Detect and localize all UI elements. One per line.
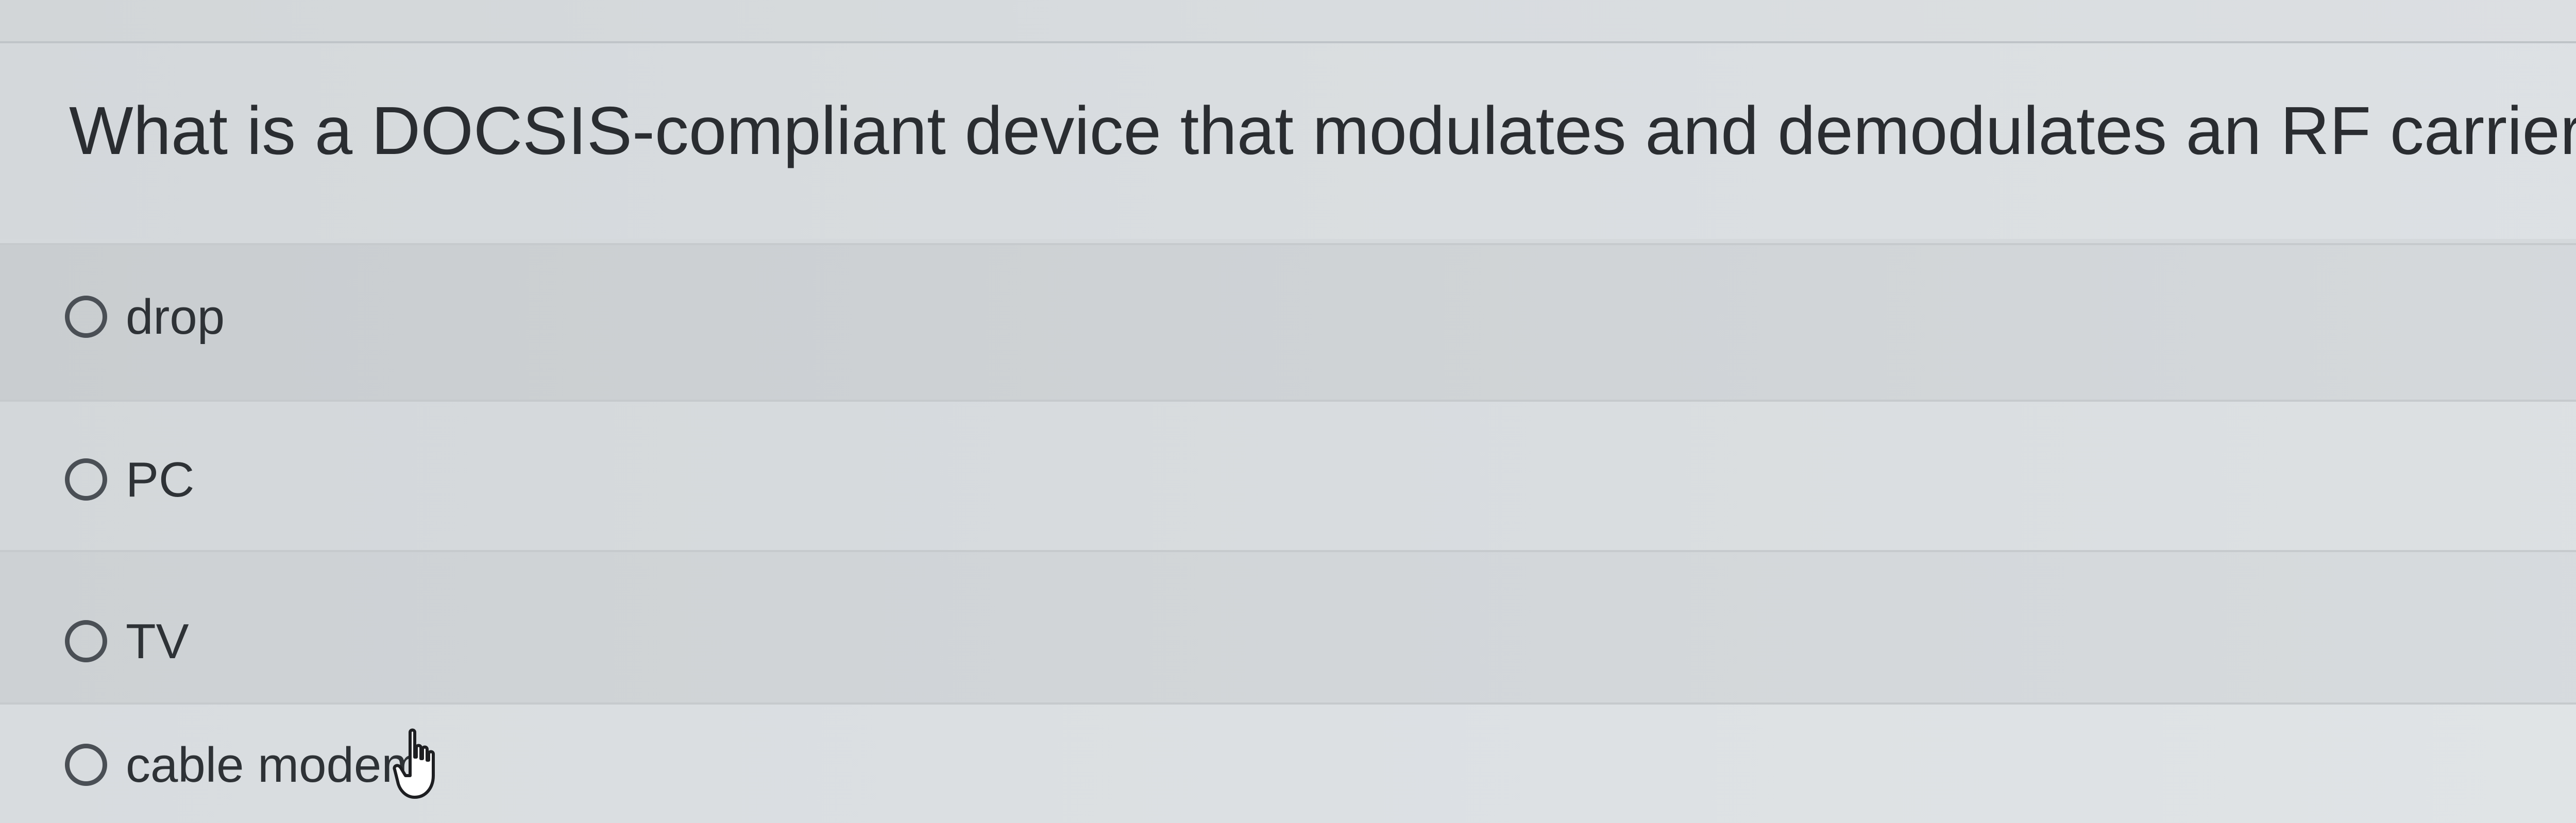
answer-label[interactable]: TV (126, 611, 189, 673)
answer-option-cable-modem[interactable]: cable modem (0, 702, 2576, 823)
radio-button-icon[interactable] (65, 458, 107, 501)
answer-label[interactable]: drop (126, 286, 225, 348)
answer-label[interactable]: PC (126, 449, 194, 511)
question-panel: What is a DOCSIS-compliant device that m… (0, 43, 2576, 239)
answer-label[interactable]: cable modem (126, 734, 422, 796)
answer-options-list: drop PC TV cable modem (0, 239, 2576, 823)
radio-button-icon[interactable] (65, 744, 107, 786)
radio-button-icon[interactable] (65, 296, 107, 338)
answer-option-pc[interactable]: PC (0, 400, 2576, 552)
answer-option-tv[interactable]: TV (0, 550, 2576, 705)
answer-option-drop[interactable]: drop (0, 243, 2576, 400)
radio-button-icon[interactable] (65, 620, 107, 662)
hand-pointer-cursor-icon (393, 728, 435, 799)
question-text: What is a DOCSIS-compliant device that m… (69, 93, 2576, 168)
top-bar (0, 0, 2576, 43)
